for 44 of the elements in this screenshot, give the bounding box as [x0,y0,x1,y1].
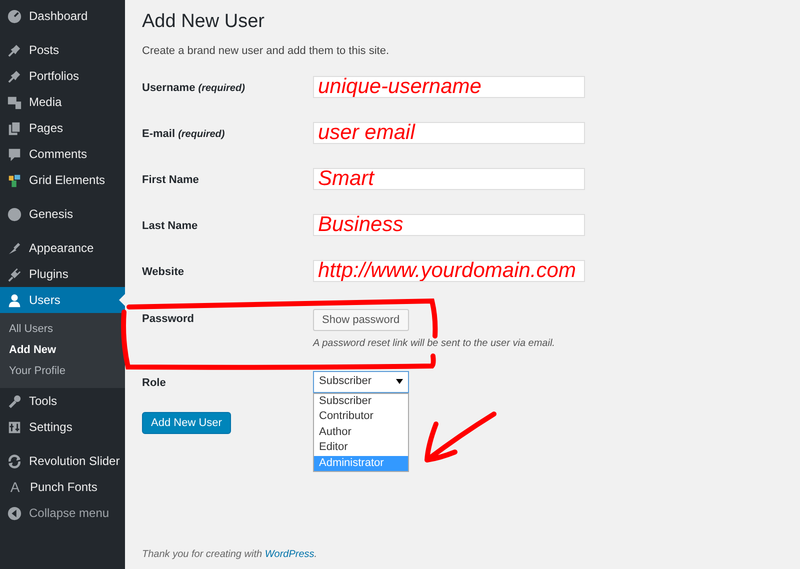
menu-item[interactable]: Posts [0,37,125,63]
add-new-user-button[interactable]: Add New User [142,412,231,434]
menu-item[interactable]: Genesis [0,201,125,227]
menu-item[interactable]: Plugins [0,261,125,287]
field-label: Password [142,312,195,326]
menu-item[interactable]: Comments [0,141,125,167]
menu-item[interactable]: Revolution Slider [0,448,125,474]
input-field[interactable]: unique-username [313,76,585,98]
submenu-item[interactable]: Your Profile [0,361,125,382]
letter-icon: A [7,476,23,498]
input-field[interactable]: user email [313,122,585,144]
input-field[interactable]: http://www.yourdomain.com [313,260,585,282]
dropdown-option[interactable]: Editor [314,440,408,456]
input-field[interactable]: Business [313,214,585,236]
menu-item[interactable]: Dashboard [0,3,125,29]
password-hint: A password reset link will be sent to the user via email. [313,336,555,351]
menu-item[interactable]: Tools [0,388,125,414]
menu-item[interactable]: A Punch Fonts [0,474,125,500]
page-title: Add New User [142,10,266,34]
menu-item[interactable]: Appearance [0,235,125,261]
menu-item[interactable]: Grid Elements [0,167,125,193]
field-label: Website [142,264,185,280]
menu-item[interactable]: Media [0,89,125,115]
wordpress-link[interactable]: WordPress [264,549,314,560]
field-label: Last Name [142,218,199,234]
page-description: Create a brand new user and add them to this site. [142,44,390,59]
menu-item[interactable]: Portfolios [0,63,125,89]
field-label: Role [142,376,167,390]
footer-text: Thank you for creating with WordPress. [142,548,318,562]
menu-item[interactable]: Users [0,287,125,313]
menu-item[interactable]: Collapse menu [0,500,125,526]
field-label: First Name [142,172,200,188]
field-label: E-mail (required) [142,126,226,142]
field-label: Username (required) [142,80,246,96]
dropdown-option[interactable]: Contributor [314,409,408,424]
menu-item[interactable]: Settings [0,414,125,440]
input-field[interactable]: Smart [313,168,585,190]
role-dropdown[interactable]: Subscriber [313,370,409,392]
show-password-button[interactable]: Show password [313,308,409,331]
menu-item[interactable]: Pages [0,115,125,141]
dropdown-option[interactable]: Author [314,424,408,440]
dropdown-option[interactable]: Subscriber [314,394,408,409]
submenu-item[interactable]: All Users [0,319,125,340]
submenu-item[interactable]: Add New [0,340,125,361]
